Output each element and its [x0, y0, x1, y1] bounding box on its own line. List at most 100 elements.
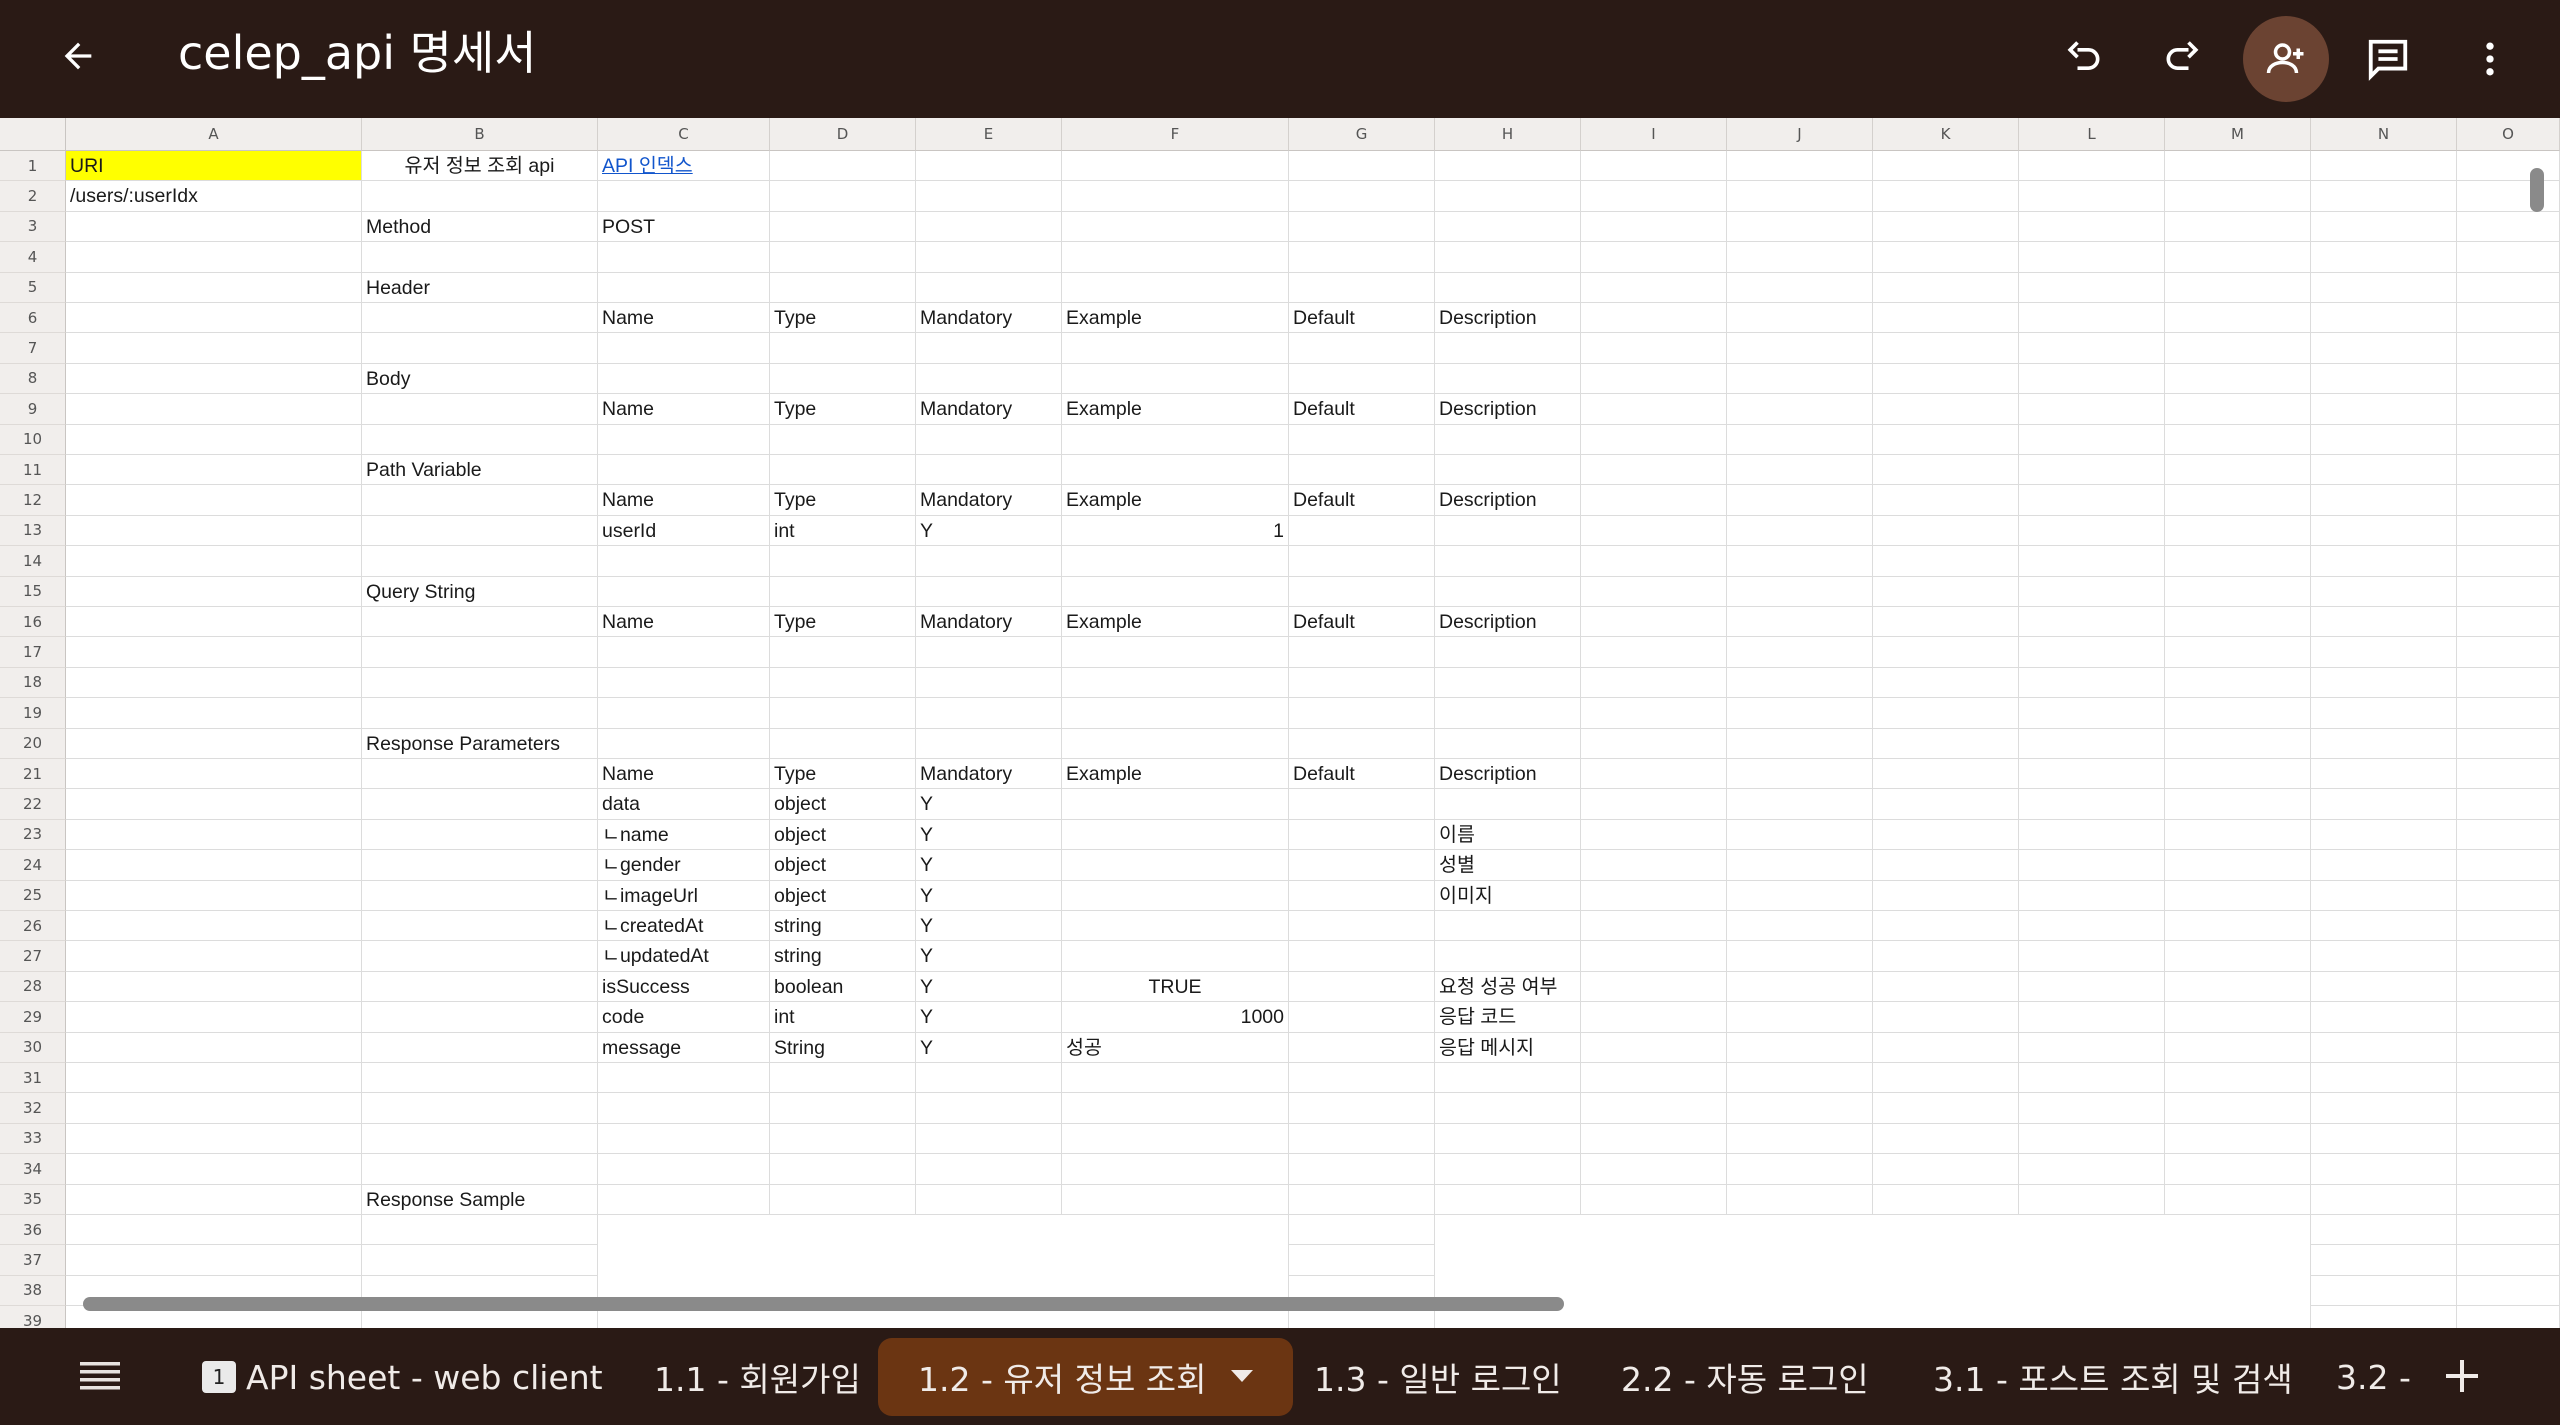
cell-n38[interactable] [2311, 1275, 2457, 1307]
cell-j13[interactable] [1727, 515, 1873, 547]
cell-o1[interactable] [2457, 151, 2560, 182]
cell-e23[interactable]: Y [916, 819, 1062, 851]
cell-d14[interactable] [770, 546, 916, 577]
cell-b4[interactable] [362, 242, 598, 273]
cell-b5[interactable]: Header [362, 272, 598, 303]
cell-d35[interactable] [770, 1184, 916, 1215]
cell-i1[interactable] [1581, 151, 1727, 182]
cell-j3[interactable] [1727, 211, 1873, 243]
sheet-tab-1-3[interactable]: 1.3 - 일반 로그인 [1314, 1338, 1562, 1416]
cell-k9[interactable] [1873, 394, 2019, 425]
cell-f11[interactable] [1062, 455, 1289, 486]
cell-k19[interactable] [1873, 698, 2019, 729]
row-header-25[interactable]: 25 [0, 880, 66, 911]
cell-a11[interactable] [66, 455, 362, 486]
row-header-36[interactable]: 36 [0, 1215, 66, 1246]
cell-g29[interactable] [1289, 1002, 1435, 1033]
cell-a29[interactable] [66, 1002, 362, 1033]
row-header-39[interactable]: 39 [0, 1306, 66, 1328]
cell-i23[interactable] [1581, 819, 1727, 851]
cell-c31[interactable] [598, 1063, 770, 1094]
cell-e19[interactable] [916, 698, 1062, 729]
cell-c10[interactable] [598, 424, 770, 455]
cell-o12[interactable] [2457, 485, 2560, 516]
row-header-3[interactable]: 3 [0, 211, 66, 243]
cell-n7[interactable] [2311, 333, 2457, 364]
cell-m25[interactable] [2165, 880, 2311, 911]
cell-h24[interactable]: 성별 [1435, 850, 1581, 881]
cell-h2[interactable] [1435, 181, 1581, 212]
cell-h27[interactable] [1435, 941, 1581, 972]
cell-f31[interactable] [1062, 1063, 1289, 1094]
cell-i19[interactable] [1581, 698, 1727, 729]
cell-m3[interactable] [2165, 211, 2311, 243]
row-header-38[interactable]: 38 [0, 1275, 66, 1307]
cell-e12[interactable]: Mandatory [916, 485, 1062, 516]
cell-l9[interactable] [2019, 394, 2165, 425]
cell-j27[interactable] [1727, 941, 1873, 972]
cell-o39[interactable] [2457, 1306, 2560, 1328]
cell-c1[interactable]: API 인덱스 [598, 151, 770, 182]
cell-c9[interactable]: Name [598, 394, 770, 425]
cell-c23[interactable]: ㄴname [598, 819, 770, 851]
cell-g19[interactable] [1289, 698, 1435, 729]
cell-n8[interactable] [2311, 363, 2457, 395]
cell-b35[interactable]: Response Sample [362, 1184, 598, 1215]
row-header-27[interactable]: 27 [0, 941, 66, 972]
cell-c32[interactable] [598, 1093, 770, 1124]
cell-j11[interactable] [1727, 455, 1873, 486]
row-header-22[interactable]: 22 [0, 789, 66, 820]
cell-k4[interactable] [1873, 242, 2019, 273]
cell-d5[interactable] [770, 272, 916, 303]
cell-b6[interactable] [362, 303, 598, 334]
cell-n25[interactable] [2311, 880, 2457, 911]
row-header-8[interactable]: 8 [0, 363, 66, 395]
cell-n31[interactable] [2311, 1063, 2457, 1094]
cell-l21[interactable] [2019, 759, 2165, 790]
cell-a33[interactable] [66, 1123, 362, 1155]
cell-c20[interactable] [598, 728, 770, 759]
cell-g33[interactable] [1289, 1123, 1435, 1155]
cell-k11[interactable] [1873, 455, 2019, 486]
cell-i10[interactable] [1581, 424, 1727, 455]
cell-l31[interactable] [2019, 1063, 2165, 1094]
sheet-tab-2-2[interactable]: 2.2 - 자동 로그인 [1621, 1338, 1869, 1416]
column-header-d[interactable]: D [770, 118, 916, 151]
cell-f26[interactable] [1062, 911, 1289, 942]
cell-n32[interactable] [2311, 1093, 2457, 1124]
cell-g36[interactable] [1289, 1215, 1435, 1246]
column-header-g[interactable]: G [1289, 118, 1435, 151]
cell-n19[interactable] [2311, 698, 2457, 729]
cell-n9[interactable] [2311, 394, 2457, 425]
cell-b22[interactable] [362, 789, 598, 820]
cell-j5[interactable] [1727, 272, 1873, 303]
column-header-o[interactable]: O [2457, 118, 2560, 151]
cell-g9[interactable]: Default [1289, 394, 1435, 425]
cell-n28[interactable] [2311, 971, 2457, 1003]
cell-m22[interactable] [2165, 789, 2311, 820]
cell-h16[interactable]: Description [1435, 607, 1581, 638]
cell-l34[interactable] [2019, 1154, 2165, 1185]
cell-g3[interactable] [1289, 211, 1435, 243]
cell-m10[interactable] [2165, 424, 2311, 455]
response-sample-area-2[interactable] [1435, 1215, 2310, 1328]
cell-o5[interactable] [2457, 272, 2560, 303]
undo-icon[interactable] [2043, 19, 2123, 99]
cell-c28[interactable]: isSuccess [598, 971, 770, 1003]
cell-j23[interactable] [1727, 819, 1873, 851]
cell-n22[interactable] [2311, 789, 2457, 820]
cell-h11[interactable] [1435, 455, 1581, 486]
cell-a12[interactable] [66, 485, 362, 516]
cell-k20[interactable] [1873, 728, 2019, 759]
cell-d12[interactable]: Type [770, 485, 916, 516]
cell-l32[interactable] [2019, 1093, 2165, 1124]
cell-m31[interactable] [2165, 1063, 2311, 1094]
cell-l19[interactable] [2019, 698, 2165, 729]
cell-o6[interactable] [2457, 303, 2560, 334]
comment-icon[interactable] [2348, 19, 2428, 99]
cell-g23[interactable] [1289, 819, 1435, 851]
vertical-scrollbar[interactable] [2530, 168, 2544, 212]
cell-m28[interactable] [2165, 971, 2311, 1003]
cell-n12[interactable] [2311, 485, 2457, 516]
column-header-h[interactable]: H [1435, 118, 1581, 151]
